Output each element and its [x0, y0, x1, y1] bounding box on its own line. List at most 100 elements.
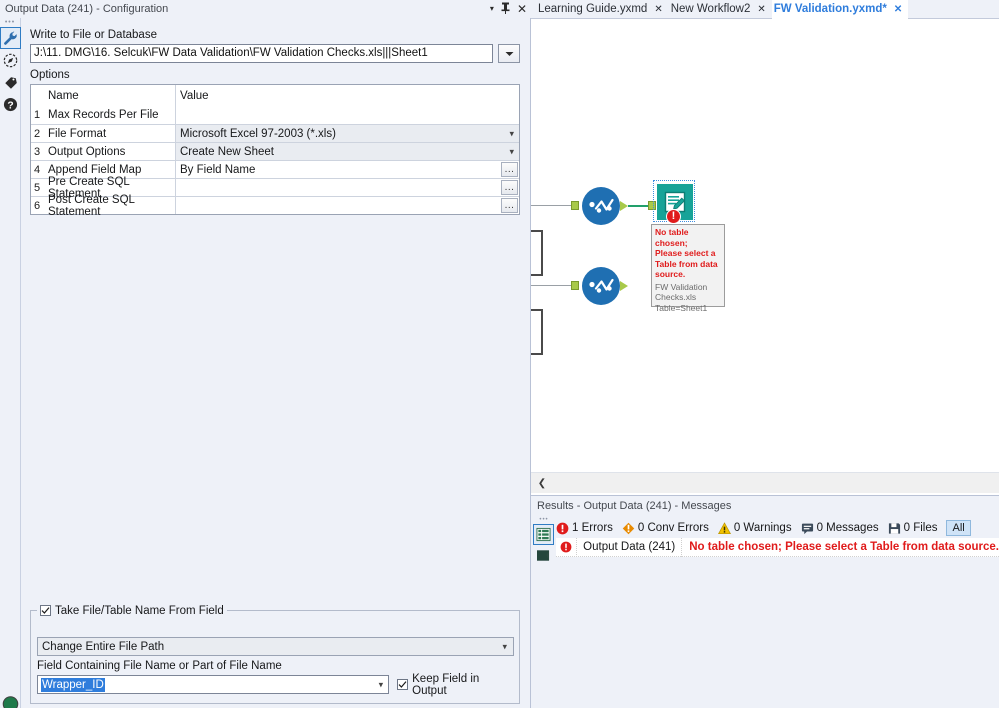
workflow-canvas[interactable]: ! No table chosen; Please select a Table…: [531, 19, 999, 472]
configuration-title: Output Data (241) - Configuration: [5, 3, 169, 15]
chevron-down-icon: ▾: [378, 679, 384, 689]
row-name: Post Create SQL Statement: [43, 194, 176, 218]
conv-errors-filter[interactable]: 0 Conv Errors: [622, 522, 709, 535]
errors-filter-label: 1 Errors: [572, 522, 613, 534]
warnings-filter-label: 0 Warnings: [733, 522, 792, 534]
configuration-titlebar: Output Data (241) - Configuration ▾ ✕: [0, 0, 531, 18]
panel-close-icon[interactable]: ✕: [517, 3, 527, 15]
take-file-table-name-checkbox[interactable]: Take File/Table Name From Field: [37, 603, 227, 618]
keep-field-in-output-label: Keep Field in Output: [412, 672, 480, 697]
ellipsis-button[interactable]: ...: [501, 198, 518, 213]
workflow-tabbar: Learning Guide.yxmd ✕ New Workflow2 ✕ FW…: [531, 0, 999, 19]
data-output-icon[interactable]: [533, 545, 554, 566]
container-bracket-bottom[interactable]: [531, 309, 543, 355]
tab-label: New Workflow2: [670, 3, 751, 15]
results-empty-area: [556, 557, 999, 708]
output-port-top[interactable]: [620, 201, 628, 211]
file-path-dropdown-button[interactable]: [498, 44, 520, 63]
row-value-text: By Field Name: [180, 163, 256, 176]
files-filter[interactable]: 0 Files: [888, 522, 938, 535]
row-value[interactable]: ...: [176, 197, 519, 214]
annotation-error-line: No table chosen;: [655, 227, 689, 248]
change-path-mode-value: Change Entire File Path: [42, 640, 165, 653]
data-output-glyph: [537, 550, 550, 561]
table-row[interactable]: Output Data (241) No table chosen; Pleas…: [556, 537, 999, 557]
rail-grip-dots[interactable]: •••: [0, 18, 20, 27]
rail-status-icon[interactable]: [0, 687, 21, 708]
table-row[interactable]: 6 Post Create SQL Statement ...: [31, 194, 519, 218]
input-port-top[interactable]: [571, 201, 579, 210]
close-icon[interactable]: ✕: [757, 4, 765, 15]
filter-tool-top[interactable]: [582, 187, 620, 225]
field-selection-row: Wrapper_ID ▾ Keep Field in Output: [37, 673, 514, 697]
table-row[interactable]: 2 File Format Microsoft Excel 97-2003 (*…: [31, 124, 519, 142]
titlebar-controls: ▾ ✕: [490, 0, 527, 18]
files-filter-label: 0 Files: [903, 522, 938, 534]
output-port-bottom[interactable]: [620, 281, 628, 291]
errors-filter[interactable]: 1 Errors: [556, 522, 613, 535]
tab-label: Learning Guide.yxmd: [538, 3, 648, 15]
message-list-icon[interactable]: [533, 524, 554, 545]
panel-menu-caret-icon[interactable]: ▾: [490, 5, 494, 13]
row-number: 2: [31, 125, 43, 142]
all-filter-button[interactable]: All: [946, 520, 971, 536]
take-file-table-name-label: Take File/Table Name From Field: [55, 604, 224, 617]
file-path-input[interactable]: J:\11. DMG\16. Selcuk\FW Data Validation…: [30, 44, 493, 63]
conv-error-icon: [622, 522, 635, 534]
tab-learning-guide[interactable]: Learning Guide.yxmd ✕: [536, 0, 669, 19]
annotation-detail-line: Table=Sheet1: [655, 302, 708, 313]
annotation-detail-line: Checks.xls: [655, 292, 697, 302]
tab-new-workflow2[interactable]: New Workflow2 ✕: [669, 0, 772, 19]
tag-glyph: [5, 76, 17, 89]
options-label: Options: [30, 69, 70, 81]
field-name-combobox[interactable]: Wrapper_ID ▾: [37, 675, 390, 694]
tab-fw-validation[interactable]: FW Validation.yxmd* ✕: [771, 0, 909, 19]
help-icon[interactable]: ?: [0, 93, 21, 115]
ellipsis-button[interactable]: ...: [501, 180, 518, 195]
options-header-value: Value: [176, 85, 519, 106]
row-number: 1: [31, 106, 43, 124]
results-grip-dots[interactable]: •••: [533, 516, 555, 524]
row-message-text: No table chosen; Please select a Table f…: [689, 541, 999, 553]
row-value[interactable]: [176, 106, 519, 124]
chevron-down-icon: ▾: [509, 128, 514, 138]
container-bracket-top[interactable]: [531, 230, 543, 276]
message-list-glyph: [536, 527, 551, 542]
configuration-panel: Output Data (241) - Configuration ▾ ✕ ••…: [0, 0, 531, 708]
compass-icon[interactable]: [0, 49, 21, 71]
results-inner: ••• 1 Errors 0 Conv Errors 0 Warnings 0 …: [531, 516, 999, 708]
input-port-bottom[interactable]: [571, 281, 579, 290]
change-path-mode-select[interactable]: Change Entire File Path ▾: [37, 637, 514, 656]
checkmark-icon: [40, 605, 51, 616]
config-body: Write to File or Database J:\11. DMG\16.…: [22, 18, 530, 708]
field-containing-name-label: Field Containing File Name or Part of Fi…: [37, 660, 282, 672]
annotation-error-line: Table from data: [655, 258, 718, 269]
row-value[interactable]: By Field Name ...: [176, 161, 519, 178]
wrench-icon[interactable]: [0, 27, 21, 49]
close-icon[interactable]: ✕: [654, 4, 662, 15]
field-name-value: Wrapper_ID: [41, 677, 105, 692]
filter-tool-bottom[interactable]: [582, 267, 620, 305]
close-icon[interactable]: ✕: [894, 4, 902, 15]
ellipsis-button[interactable]: ...: [501, 162, 518, 177]
row-value-text: Create New Sheet: [180, 145, 274, 158]
row-value[interactable]: ...: [176, 179, 519, 196]
keep-field-in-output-checkbox[interactable]: Keep Field in Output: [397, 673, 514, 697]
scroll-left-button[interactable]: ❮: [531, 473, 553, 494]
check-glyph: [398, 681, 407, 688]
canvas-horizontal-scrollbar[interactable]: ❮: [531, 472, 999, 493]
file-path-row: J:\11. DMG\16. Selcuk\FW Data Validation…: [30, 44, 520, 63]
input-wire-top: [531, 205, 571, 206]
panel-pin-icon[interactable]: [501, 2, 510, 16]
chevron-down-icon: ▾: [502, 641, 507, 651]
warnings-filter[interactable]: 0 Warnings: [717, 521, 792, 535]
table-row[interactable]: 3 Output Options Create New Sheet ▾: [31, 142, 519, 160]
row-value-dropdown[interactable]: Create New Sheet ▾: [176, 143, 519, 160]
tag-icon[interactable]: [0, 71, 21, 93]
table-row[interactable]: 1 Max Records Per File: [31, 106, 519, 124]
messages-filter[interactable]: 0 Messages: [801, 522, 879, 535]
output-data-tool-node[interactable]: !: [653, 180, 695, 224]
check-glyph: [41, 607, 50, 614]
row-tool-name: Output Data (241): [577, 537, 683, 557]
row-value-dropdown[interactable]: Microsoft Excel 97-2003 (*.xls) ▾: [176, 125, 519, 142]
